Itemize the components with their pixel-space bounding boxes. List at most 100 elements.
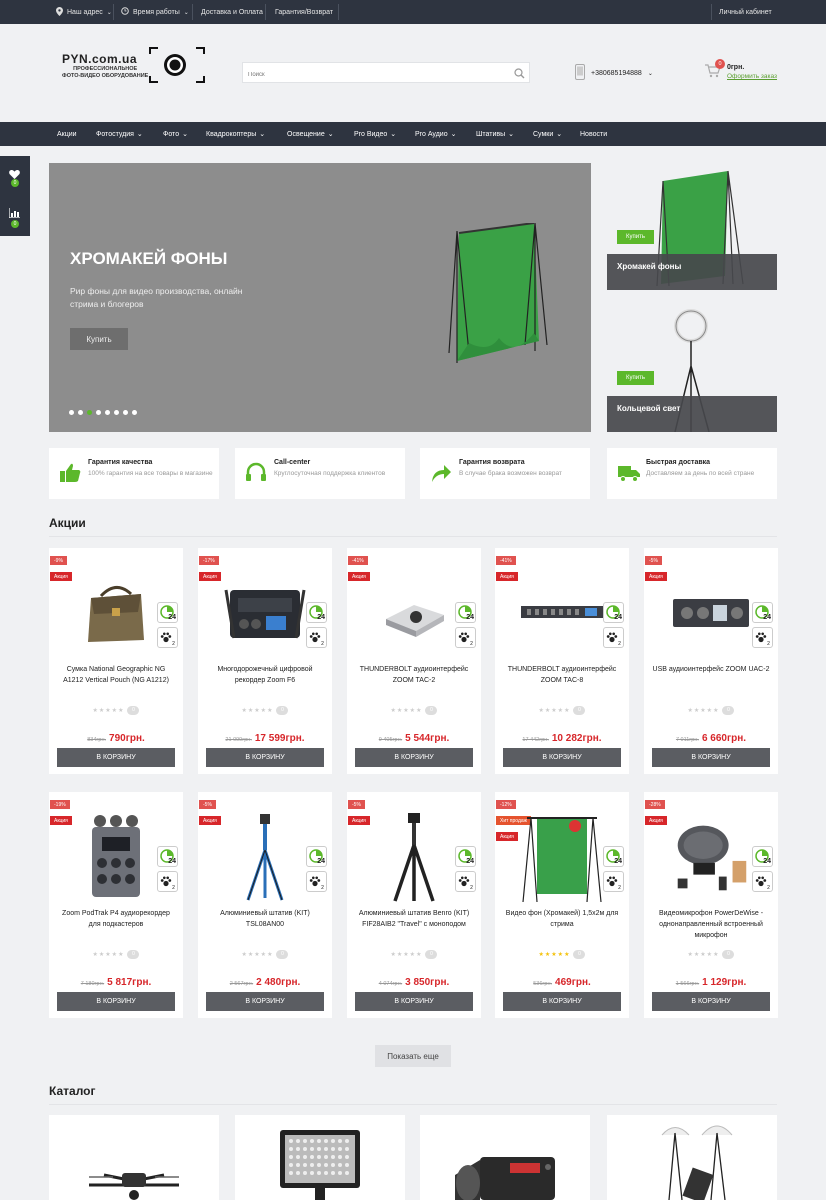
slider-dot[interactable] [105,410,110,415]
catalog-card-flash[interactable] [420,1115,590,1200]
add-to-cart-button[interactable]: В КОРЗИНУ [503,748,621,767]
add-to-cart-button[interactable]: В КОРЗИНУ [652,748,770,767]
paw-badge-icon: 2 [603,871,624,892]
delivery-link[interactable]: Доставка и Оплата [201,0,263,24]
fast-shipping-badge-icon: 24 [157,846,178,867]
nav-item-bags[interactable]: Сумки ⌄ [533,122,562,146]
catalog-card-drones[interactable] [49,1115,219,1200]
hero-banner[interactable]: ХРОМАКЕЙ ФОНЫ Рир фоны для видео произво… [49,163,591,432]
product-image[interactable] [69,810,163,904]
nav-item-pro-audio[interactable]: Pro Аудио ⌄ [415,122,456,146]
warranty-link[interactable]: Гарантия/Возврат [275,0,333,24]
nav-item-news[interactable]: Новости [580,122,607,146]
slider-dot[interactable] [132,410,137,415]
badge-2-label: 2 [172,641,175,647]
product-card[interactable]: -41% Акция 24 2 THUNDERBOLT аудиоинтерфейс Z… [495,548,629,774]
discount-badge: -12% [496,800,516,809]
cart-total: 0грн. [727,64,745,71]
product-card[interactable]: -17% Акция 24 2 Многодорожечный цифровой рек… [198,548,332,774]
catalog-card-studio-kits[interactable] [607,1115,777,1200]
promo-buy-button[interactable]: Купить [617,371,654,385]
add-to-cart-button[interactable]: В КОРЗИНУ [355,992,473,1011]
discount-badge: -41% [348,556,368,565]
product-image[interactable] [664,810,758,904]
product-card[interactable]: -12% Хит продаж Акция 24 2 Видео фон (Хромаке… [495,792,629,1018]
nav-item-lighting[interactable]: Освещение ⌄ [287,122,334,146]
product-card[interactable]: -41% Акция 24 2 THUNDERBOLT аудиоинтерфейс Z… [347,548,481,774]
clock-icon [121,7,129,17]
checkout-link[interactable]: Оформить заказ [727,73,777,80]
headset-icon [245,462,267,489]
add-to-cart-button[interactable]: В КОРЗИНУ [206,748,324,767]
feature-title: Call-center [274,459,311,466]
badge-2-label: 2 [470,885,473,891]
product-image[interactable] [367,566,461,660]
product-image[interactable] [218,810,312,904]
product-name[interactable]: Zoom PodTrak P4 аудиорекордер для подкас… [57,908,175,930]
side-promo-ringlight[interactable]: Купить Кольцевой свет [607,306,777,432]
product-name[interactable]: Видеомикрофон PowerDeWise - однонаправле… [652,908,770,941]
hours-link[interactable]: Время работы ⌄ [121,0,189,24]
product-card[interactable]: -19% Акция 24 2 Zoom PodTrak P4 аудиорекорде… [49,792,183,1018]
phone-block[interactable]: +380685194888 ⌄ [575,64,653,82]
nav-item-pro-video[interactable]: Pro Видео ⌄ [354,122,396,146]
wishlist-button[interactable]: 0 [0,162,30,196]
product-card[interactable]: -5% Акция 24 2 Алюминиевый штатив (KIT) TSL0… [198,792,332,1018]
product-card[interactable]: -28% Акция 24 2 Видеомикрофон PowerDeWise - … [644,792,778,1018]
product-name[interactable]: Видео фон (Хромакей) 1,5х2м для стрима [503,908,621,930]
side-promo-chromakey[interactable]: Купить Хромакей фоны [607,164,777,290]
logo-subtitle-2: ФОТО-ВИДЕО ОБОРУДОВАНИЕ [62,73,149,79]
nav-label: Квадрокоптеры [206,130,257,138]
old-price: 7 011грн. [675,737,699,743]
banner-buy-button[interactable]: Купить [70,328,128,350]
product-image[interactable] [69,566,163,660]
add-to-cart-button[interactable]: В КОРЗИНУ [355,748,473,767]
account-link[interactable]: Личный кабинет [719,0,772,24]
show-more-button[interactable]: Показать еще [375,1045,451,1067]
promo-buy-button[interactable]: Купить [617,230,654,244]
slider-dot-active[interactable] [87,410,92,415]
rating-stars-icon: ★★★★★ 0 [644,950,778,959]
slider-dot[interactable] [123,410,128,415]
nav-item-photostudio[interactable]: Фотостудия ⌄ [96,122,143,146]
product-name[interactable]: USB аудиоинтерфейс ZOOM UAC-2 [652,664,770,675]
add-to-cart-button[interactable]: В КОРЗИНУ [57,748,175,767]
slider-dot[interactable] [78,410,83,415]
product-name[interactable]: Сумка National Geographic NG A1212 Verti… [57,664,175,686]
product-name[interactable]: THUNDERBOLT аудиоинтерфейс ZOOM TAC-8 [503,664,621,686]
add-to-cart-button[interactable]: В КОРЗИНУ [57,992,175,1011]
product-name[interactable]: Многодорожечный цифровой рекордер Zoom F… [206,664,324,686]
nav-item-photo[interactable]: Фото ⌄ [163,122,188,146]
product-card[interactable]: -5% Акция 24 2 USB аудиоинтерфейс ZOOM UAC-2… [644,548,778,774]
slider-dot[interactable] [114,410,119,415]
add-to-cart-button[interactable]: В КОРЗИНУ [503,992,621,1011]
product-name[interactable]: Алюминиевый штатив (KIT) TSL08AN00 [206,908,324,930]
product-image[interactable] [218,566,312,660]
slider-dot[interactable] [96,410,101,415]
product-name[interactable]: THUNDERBOLT аудиоинтерфейс ZOOM TAC-2 [355,664,473,686]
search-input[interactable] [243,65,503,85]
product-image[interactable] [664,566,758,660]
address-label: Наш адрес [67,8,103,16]
old-price: 536грн. [533,981,553,987]
catalog-card-lights[interactable] [235,1115,405,1200]
nav-item-drones[interactable]: Квадрокоптеры ⌄ [206,122,265,146]
product-card[interactable]: -5% Акция 24 2 Алюминиевый штатив Benro (KIT… [347,792,481,1018]
add-to-cart-button[interactable]: В КОРЗИНУ [206,992,324,1011]
nav-item-tripods[interactable]: Штативы ⌄ [476,122,514,146]
slider-dot[interactable] [69,410,74,415]
add-to-cart-button[interactable]: В КОРЗИНУ [652,992,770,1011]
product-name[interactable]: Алюминиевый штатив Benro (KIT) FIF28AIB2… [355,908,473,930]
product-card[interactable]: -9% Акция 24 2 Сумка National Geographic NG … [49,548,183,774]
nav-item-promo[interactable]: Акции [57,122,77,146]
address-link[interactable]: Наш адрес ⌄ [56,0,112,24]
product-image[interactable] [515,810,609,904]
logo[interactable]: PYN.com.ua ПРОФЕССИОНАЛЬНОЕ ФОТО-ВИДЕО О… [62,52,148,80]
compare-button[interactable]: 0 [0,202,30,236]
product-image[interactable] [367,810,461,904]
feature-desc: В случае брака возможен возврат [459,470,562,477]
return-arrow-icon [430,462,452,489]
product-image[interactable] [515,566,609,660]
search-icon[interactable] [514,66,525,84]
chevron-down-icon: ⌄ [327,131,334,138]
